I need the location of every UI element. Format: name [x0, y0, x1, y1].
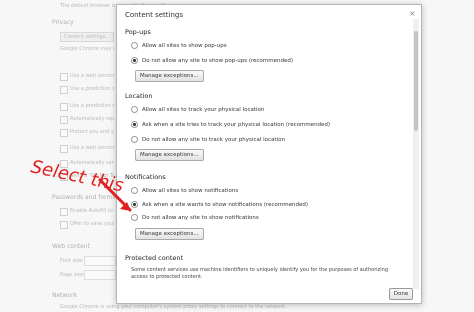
popups-option-allow[interactable]: Allow all sites to show pop-ups: [131, 41, 227, 50]
bg-option-label: Enable Autofill to fill out web forms in…: [70, 208, 114, 214]
notifications-option-block[interactable]: Do not allow any site to show notificati…: [131, 213, 259, 222]
popups-option-block[interactable]: Do not allow any site to show pop-ups (r…: [131, 56, 293, 65]
bg-content-settings-button[interactable]: Content settings...: [60, 32, 115, 42]
radio-button[interactable]: [131, 214, 138, 221]
bg-font-size-select[interactable]: [84, 256, 116, 266]
radio-button-selected[interactable]: [131, 57, 138, 64]
option-label: Allow all sites to show pop-ups: [142, 42, 227, 49]
bg-privacy-description: Google Chrome may use web services to im…: [60, 46, 115, 52]
radio-button-selected[interactable]: [131, 201, 138, 208]
bg-checkbox[interactable]: [60, 160, 68, 168]
dialog-title: Content settings: [125, 11, 183, 19]
popups-section-title: Pop-ups: [125, 28, 151, 36]
bg-option-label: Offer to save your web passwords.: [70, 221, 114, 227]
bg-checkbox[interactable]: [60, 86, 68, 94]
bg-checkbox[interactable]: [60, 221, 68, 229]
option-label: Allow all sites to show notifications: [142, 187, 239, 194]
bg-option-label: Automatically report details of possible…: [70, 116, 114, 122]
popups-manage-exceptions-button[interactable]: Manage exceptions...: [135, 70, 204, 82]
bg-page-zoom-select[interactable]: [84, 270, 116, 280]
radio-button[interactable]: [131, 106, 138, 113]
location-manage-exceptions-button[interactable]: Manage exceptions...: [135, 149, 204, 161]
content-settings-dialog: Content settings × Pop-ups Allow all sit…: [116, 4, 422, 304]
bg-network-text: Google Chrome is using your computer's s…: [60, 304, 287, 310]
radio-button-selected[interactable]: [131, 121, 138, 128]
bg-checkbox[interactable]: [60, 103, 68, 111]
option-label: Do not allow any site to show pop-ups (r…: [142, 57, 293, 64]
bg-option-label: Use a prediction service to load pages m…: [70, 103, 114, 109]
bg-checkbox[interactable]: [60, 116, 68, 124]
notifications-manage-exceptions-button[interactable]: Manage exceptions...: [135, 228, 204, 240]
bg-checkbox[interactable]: [60, 145, 68, 153]
scrollbar-thumb[interactable]: [414, 31, 418, 131]
close-icon[interactable]: ×: [409, 9, 416, 18]
option-label: Ask when a site tries to track your phys…: [142, 121, 331, 128]
protected-content-description: Some content services use machine identi…: [131, 267, 388, 280]
bg-font-size-label: Font size:: [60, 258, 84, 264]
notifications-option-ask[interactable]: Ask when a site wants to show notificati…: [131, 200, 308, 209]
bg-web-content-heading: Web content: [52, 243, 90, 250]
bg-checkbox[interactable]: [60, 208, 68, 216]
location-section-title: Location: [125, 92, 153, 100]
bg-checkbox[interactable]: [60, 173, 68, 181]
location-option-allow[interactable]: Allow all sites to track your physical l…: [131, 105, 264, 114]
option-label: Ask when a site wants to show notificati…: [142, 201, 309, 208]
bg-option-label: Use a web service to help resolve spelli…: [70, 145, 114, 151]
option-label: Allow all sites to track your physical l…: [142, 106, 265, 113]
bg-network-heading: Network: [52, 292, 78, 299]
location-option-ask[interactable]: Ask when a site tries to track your phys…: [131, 120, 330, 129]
protected-content-section-title: Protected content: [125, 254, 184, 262]
notifications-option-allow[interactable]: Allow all sites to show notifications: [131, 186, 238, 195]
bg-passwords-heading: Passwords and forms: [52, 194, 116, 201]
bg-privacy-heading: Privacy: [52, 19, 74, 26]
option-label: Do not allow any site to show notificati…: [142, 214, 259, 221]
radio-button[interactable]: [131, 187, 138, 194]
option-label: Do not allow any site to track your phys…: [142, 136, 285, 143]
radio-button[interactable]: [131, 42, 138, 49]
location-option-block[interactable]: Do not allow any site to track your phys…: [131, 135, 285, 144]
bg-checkbox[interactable]: [60, 73, 68, 81]
bg-checkbox[interactable]: [60, 129, 68, 137]
bg-option-label: Use a prediction service to help complet…: [70, 86, 114, 92]
radio-button[interactable]: [131, 136, 138, 143]
bg-option-label: Protect you and your device from dangero…: [70, 129, 114, 135]
bg-option-label: Use a web service to help resolve naviga…: [70, 73, 114, 79]
bg-option-label: Automatically send usage statistics and …: [70, 160, 114, 166]
done-button[interactable]: Done: [389, 288, 413, 300]
notifications-section-title: Notifications: [125, 173, 166, 181]
bg-option-label: Send a "Do Not Track" request with your …: [70, 173, 114, 179]
